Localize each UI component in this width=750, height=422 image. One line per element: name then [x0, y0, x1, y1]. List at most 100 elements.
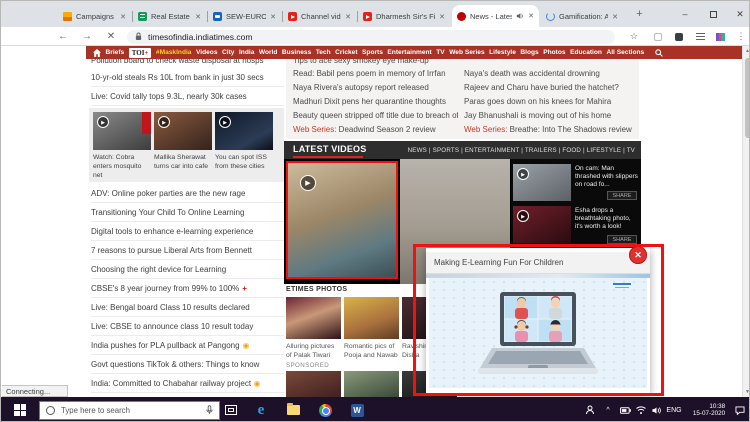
- extension-icon-colorful[interactable]: [713, 30, 727, 43]
- nav-web-series[interactable]: Web Series: [449, 49, 484, 56]
- playlist-video-title[interactable]: On cam: Man thrashed with slippers on ro…: [575, 165, 639, 189]
- headline-link[interactable]: Web Series: Deadwind Season 2 review: [293, 123, 458, 136]
- extension-icon-dark[interactable]: [672, 30, 686, 43]
- nav-cricket[interactable]: Cricket: [335, 49, 357, 56]
- video-caption[interactable]: Mallika Sherawat turns car into cafe: [154, 153, 212, 171]
- headline-link[interactable]: Jay Bhanushali is moving out of his home: [464, 109, 634, 122]
- playlist-video-thumbnail[interactable]: ▶: [513, 164, 571, 201]
- battery-tray-icon[interactable]: [617, 397, 633, 422]
- nav-videos[interactable]: Videos: [196, 49, 218, 56]
- photo-thumbnail[interactable]: [286, 297, 341, 339]
- volume-tray-icon[interactable]: [649, 397, 663, 422]
- back-button[interactable]: ←: [55, 29, 71, 44]
- video-thumbnail[interactable]: ▶: [154, 112, 212, 150]
- play-icon[interactable]: ▶: [97, 116, 109, 128]
- taskbar-search-box[interactable]: Type here to search: [39, 401, 220, 420]
- tab-close-icon[interactable]: ✕: [345, 13, 351, 21]
- start-button[interactable]: [1, 397, 39, 422]
- headline-link[interactable]: Live: Bengal board Class 10 results decl…: [91, 298, 284, 317]
- tab-news-active[interactable]: News - Latest ✕: [452, 5, 539, 27]
- playlist-video-title[interactable]: Esha drops a breathtaking photo, it's wo…: [575, 207, 639, 231]
- tab-real-estate[interactable]: Real Estate - Repo ✕: [133, 6, 206, 27]
- photo-caption[interactable]: Alluring pictures of Palak Tiwari: [286, 342, 341, 360]
- headline-link[interactable]: Govt questions TikTok & others: Things t…: [91, 355, 284, 374]
- share-button[interactable]: SHARE: [607, 191, 637, 200]
- headline-link[interactable]: CBSE's 8 year journey from 99% to 100%+: [91, 279, 284, 298]
- video-thumbnail[interactable]: ▶: [215, 112, 273, 150]
- nav-blogs[interactable]: Blogs: [520, 49, 538, 56]
- nav-maskindia[interactable]: #MaskIndia: [156, 49, 192, 56]
- headline-link[interactable]: India pushes for PLA pullback at Pangong: [91, 336, 284, 355]
- headline-link[interactable]: 7 reasons to pursue Liberal Arts from Be…: [91, 241, 284, 260]
- headline-link[interactable]: 10-yr-old steals Rs 10L from bank in jus…: [91, 68, 284, 87]
- headline-link[interactable]: Naya's death was accidental drowning: [464, 67, 634, 80]
- headline-link[interactable]: Live: CBSE to announce class 10 result t…: [91, 317, 284, 336]
- playlist-video-thumbnail[interactable]: ▶: [513, 206, 571, 243]
- nav-sports[interactable]: Sports: [362, 49, 383, 56]
- headline-partial[interactable]: Tips to ace sexy smokey eye make-up: [293, 59, 453, 66]
- forward-button[interactable]: →: [79, 29, 95, 44]
- language-indicator[interactable]: ENG: [663, 397, 685, 422]
- headline-link[interactable]: Read: Babil pens poem in memory of Irrfa…: [293, 67, 458, 80]
- chrome-button[interactable]: [311, 397, 339, 422]
- file-explorer-button[interactable]: [279, 397, 307, 422]
- photo-caption[interactable]: Romantic pics of Pooja and Nawab: [344, 342, 399, 360]
- play-icon[interactable]: ▶: [517, 168, 529, 180]
- photo-thumbnail[interactable]: [344, 297, 399, 339]
- new-tab-button[interactable]: +: [633, 8, 646, 21]
- nav-all-sections[interactable]: All Sections: [606, 49, 644, 56]
- tab-close-icon[interactable]: ✕: [612, 13, 618, 21]
- maximize-button[interactable]: [701, 1, 725, 27]
- word-button[interactable]: W: [343, 397, 371, 422]
- nav-city[interactable]: City: [222, 49, 234, 56]
- scrollbar-thumb[interactable]: [745, 58, 750, 138]
- video-card[interactable]: ▶ Watch: Cobra enters mosquito net: [93, 112, 151, 180]
- play-icon[interactable]: ▶: [219, 116, 231, 128]
- search-icon[interactable]: [655, 49, 663, 57]
- nav-education[interactable]: Education: [570, 49, 602, 56]
- nav-business[interactable]: Business: [282, 49, 311, 56]
- headline-link[interactable]: ADV: Online poker parties are the new ra…: [91, 184, 284, 203]
- headline-link[interactable]: Transitioning Your Child To Online Learn…: [91, 203, 284, 222]
- tab-dharmesh[interactable]: Dharmesh Sir's Fir ✕: [358, 6, 450, 27]
- nav-entertainment[interactable]: Entertainment: [387, 49, 431, 56]
- extension-icon-gray[interactable]: [651, 30, 665, 43]
- nav-lifestyle[interactable]: Lifestyle: [489, 49, 516, 56]
- sponsored-thumbnail[interactable]: [286, 371, 341, 397]
- nav-photos[interactable]: Photos: [543, 49, 565, 56]
- tab-channel-videos[interactable]: Channel videos - Y ✕: [283, 6, 356, 27]
- show-hidden-icons-button[interactable]: ^: [601, 397, 615, 422]
- video-caption[interactable]: Watch: Cobra enters mosquito net: [93, 153, 151, 180]
- headline-link[interactable]: Beauty queen stripped off title due to b…: [293, 109, 458, 122]
- minimize-button[interactable]: –: [673, 1, 697, 27]
- headline-link[interactable]: Web Series: Breathe: Into The Shadows re…: [464, 123, 634, 136]
- nav-world[interactable]: World: [259, 49, 278, 56]
- page-scrollbar[interactable]: ▲ ▼: [742, 46, 750, 397]
- scroll-up-icon[interactable]: ▲: [744, 48, 750, 54]
- tab-close-icon[interactable]: ✕: [195, 13, 201, 21]
- sponsored-thumbnail[interactable]: [344, 371, 399, 397]
- tab-gamification[interactable]: Gamification: A gu ✕: [541, 6, 623, 27]
- task-view-button[interactable]: [217, 397, 245, 422]
- nav-tech[interactable]: Tech: [316, 49, 331, 56]
- nav-india[interactable]: India: [239, 49, 254, 56]
- headline-link[interactable]: Live: Covid tally tops 9.3L, nearly 30k …: [91, 87, 284, 106]
- tab-close-icon[interactable]: ✕: [120, 13, 126, 21]
- tab-close-icon[interactable]: ✕: [270, 13, 276, 21]
- share-button[interactable]: SHARE: [607, 235, 637, 244]
- address-bar[interactable]: timesofindia.indiatimes.com: [127, 30, 615, 44]
- stop-loading-button[interactable]: ✕: [103, 29, 119, 44]
- play-icon[interactable]: ▶: [517, 210, 529, 222]
- microphone-icon[interactable]: [206, 405, 213, 415]
- tab-sew-eurodrive[interactable]: SEW-EURODRIVE ✕: [208, 6, 281, 27]
- headline-link[interactable]: Choosing the right device for Learning: [91, 260, 284, 279]
- tab-close-icon[interactable]: ✕: [528, 12, 534, 20]
- tab-campaigns[interactable]: Campaigns - 462- ✕: [58, 6, 131, 27]
- clock[interactable]: 10:3815-07-2020: [687, 397, 731, 422]
- selected-video-thumbnail[interactable]: ▶: [286, 161, 398, 279]
- headline-link[interactable]: Madhuri Dixit pens her quarantine though…: [293, 95, 458, 108]
- people-tray-button[interactable]: [581, 397, 599, 422]
- home-icon[interactable]: [93, 49, 101, 57]
- headline-partial[interactable]: Pollution board to check waste disposal …: [91, 59, 284, 67]
- bookmark-star-icon[interactable]: ☆: [627, 30, 641, 43]
